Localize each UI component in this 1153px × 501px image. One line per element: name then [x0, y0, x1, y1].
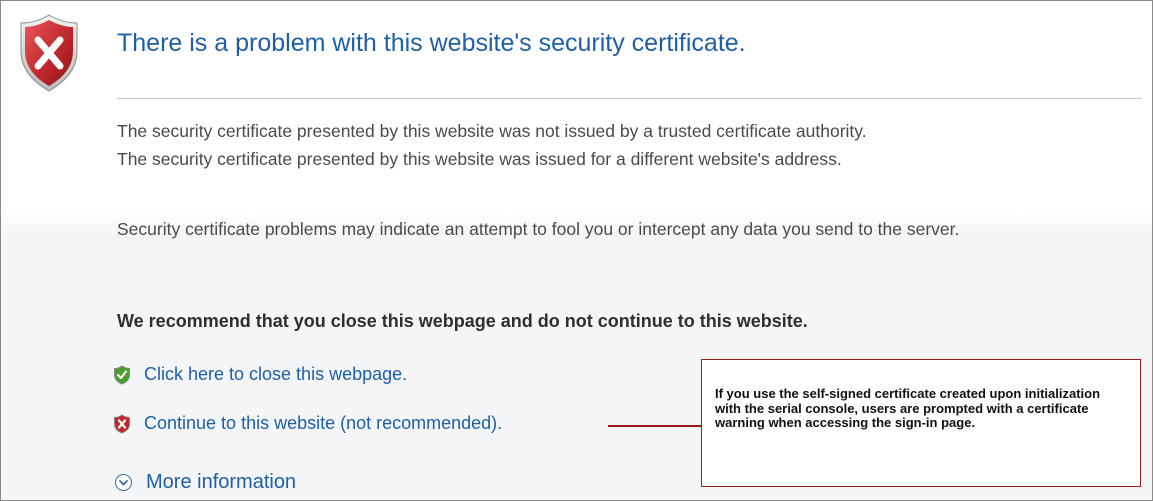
continue-to-website-link[interactable]: Continue to this website (not recommende…	[113, 413, 502, 434]
more-information-link[interactable]: More information	[115, 471, 296, 494]
more-information-label: More information	[146, 471, 297, 493]
security-warning-text: Security certificate problems may indica…	[117, 219, 960, 239]
problem-address-mismatch: The security certificate presented by th…	[117, 149, 842, 169]
callout-text: If you use the self-signed certificate c…	[715, 386, 1101, 430]
annotation-callout: If you use the self-signed certificate c…	[701, 359, 1141, 487]
continue-to-website-label: Continue to this website (not recommende…	[144, 413, 503, 433]
error-shield-icon	[20, 14, 78, 92]
certificate-problem-description: The security certificate presented by th…	[117, 117, 1147, 173]
problem-untrusted-authority: The security certificate presented by th…	[117, 121, 867, 141]
chevron-down-circle-icon	[115, 474, 132, 491]
close-webpage-link[interactable]: Click here to close this webpage.	[113, 364, 407, 385]
green-shield-check-icon	[114, 364, 130, 385]
page-title: There is a problem with this website's s…	[117, 29, 746, 57]
recommendation-text: We recommend that you close this webpage…	[117, 311, 808, 331]
close-webpage-label: Click here to close this webpage.	[144, 364, 408, 384]
title-divider	[117, 98, 1142, 99]
certificate-error-page: There is a problem with this website's s…	[0, 0, 1153, 501]
callout-connector	[608, 425, 702, 427]
red-shield-x-icon	[114, 413, 130, 434]
